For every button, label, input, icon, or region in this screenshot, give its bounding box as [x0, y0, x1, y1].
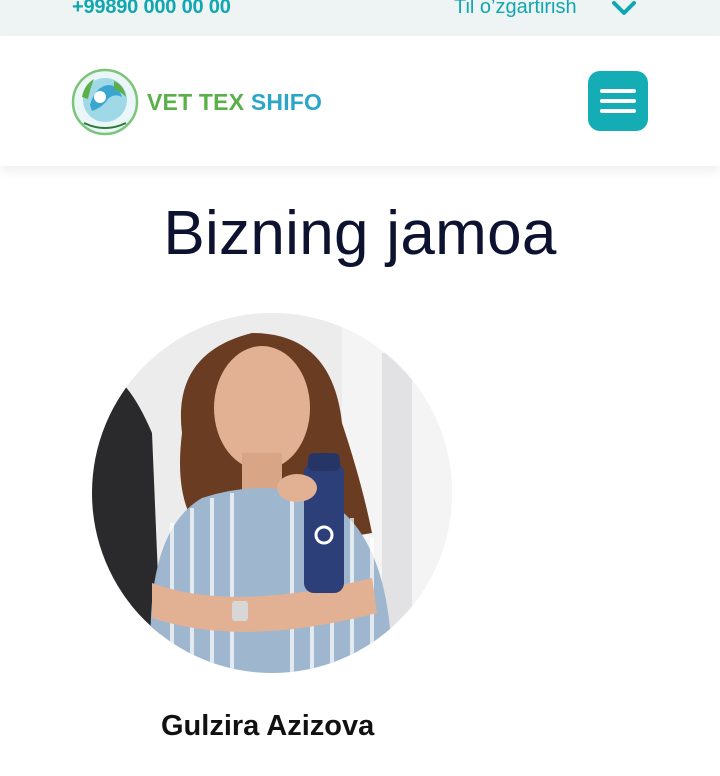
- vet-emblem-icon[interactable]: [70, 67, 140, 137]
- team-member-photo: [92, 313, 452, 673]
- phone-link[interactable]: +99890 000 00 00: [72, 0, 231, 19]
- hamburger-icon: [600, 89, 636, 93]
- logo-text-part1: VET TEX: [147, 89, 251, 115]
- menu-button[interactable]: [588, 71, 648, 131]
- hamburger-icon: [600, 99, 636, 103]
- logo-text-part2: SHIFO: [250, 89, 323, 115]
- chevron-down-icon[interactable]: [610, 0, 638, 19]
- team-member-name: Gulzira Azizova: [161, 710, 375, 742]
- top-bar: +99890 000 00 00 Til o’zgartirish: [0, 0, 720, 36]
- logo-text[interactable]: VET TEX SHIFO: [147, 89, 322, 116]
- hamburger-icon: [600, 109, 636, 113]
- portrait-illustration: [92, 313, 452, 673]
- page-title: Bizning jamoa: [163, 199, 557, 268]
- language-switcher[interactable]: Til o’zgartirish: [454, 0, 577, 19]
- site-header: VET TEX SHIFO: [0, 36, 720, 166]
